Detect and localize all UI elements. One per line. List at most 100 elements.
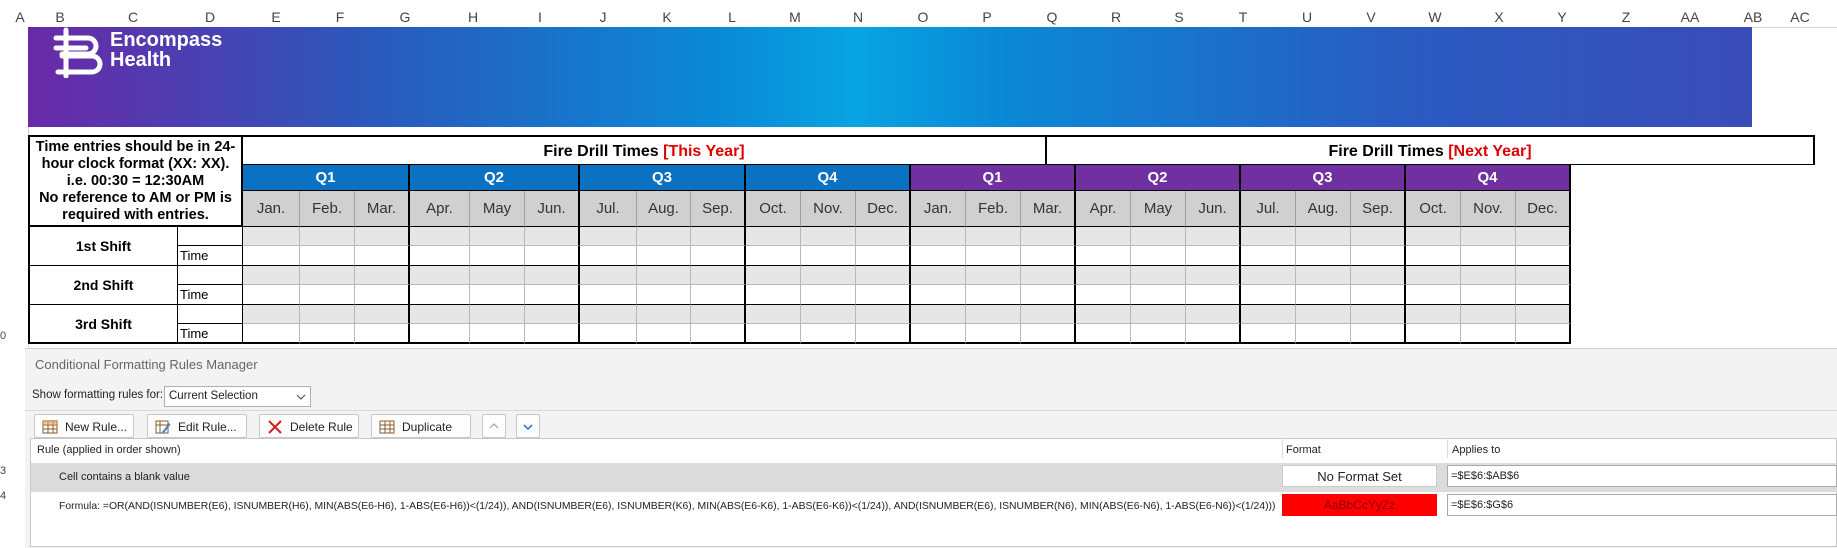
drill-time-cell[interactable]	[966, 285, 1021, 305]
drill-time-cell[interactable]	[1461, 246, 1516, 266]
drill-date-cell[interactable]	[1461, 305, 1516, 324]
column-header[interactable]: K	[637, 0, 697, 27]
this-year-title[interactable]: Fire Drill Times [This Year]	[243, 135, 1047, 165]
column-header[interactable]: V	[1341, 0, 1401, 27]
move-down-button[interactable]	[516, 414, 540, 438]
drill-date-cell[interactable]	[355, 227, 410, 246]
column-header[interactable]: U	[1277, 0, 1337, 27]
drill-date-cell[interactable]	[580, 227, 637, 246]
drill-time-cell[interactable]	[1351, 324, 1406, 344]
drill-date-cell[interactable]	[1186, 266, 1241, 285]
quarter-header[interactable]: Q2	[1076, 165, 1241, 191]
row-number[interactable]: 3	[0, 465, 6, 477]
drill-date-cell[interactable]	[1351, 305, 1406, 324]
drill-date-cell[interactable]	[1021, 305, 1076, 324]
drill-time-cell[interactable]	[911, 285, 966, 305]
drill-date-cell[interactable]	[1241, 305, 1296, 324]
drill-time-cell[interactable]	[1186, 324, 1241, 344]
drill-time-cell[interactable]	[243, 246, 300, 266]
drill-time-cell[interactable]	[580, 324, 637, 344]
drill-time-cell[interactable]	[1186, 246, 1241, 266]
month-header[interactable]: May	[1131, 191, 1186, 227]
drill-time-cell[interactable]	[410, 285, 470, 305]
drill-date-cell[interactable]	[243, 305, 300, 324]
month-header[interactable]: Mar.	[355, 191, 410, 227]
drill-time-cell[interactable]	[966, 246, 1021, 266]
drill-time-cell[interactable]	[1186, 285, 1241, 305]
month-header[interactable]: Sep.	[691, 191, 746, 227]
drill-time-cell[interactable]	[1296, 285, 1351, 305]
drill-time-cell[interactable]	[1076, 246, 1131, 266]
drill-time-cell[interactable]	[637, 246, 691, 266]
applies-to-field[interactable]: =$E$6:$AB$6	[1447, 465, 1837, 487]
next-year-title[interactable]: Fire Drill Times [Next Year]	[1047, 135, 1815, 165]
drill-time-cell[interactable]	[746, 246, 801, 266]
drill-date-cell[interactable]	[1516, 266, 1571, 285]
month-header[interactable]: Dec.	[856, 191, 911, 227]
drill-time-cell[interactable]	[1021, 324, 1076, 344]
drill-time-cell[interactable]	[1131, 324, 1186, 344]
column-header[interactable]: D	[180, 0, 240, 27]
drill-time-cell[interactable]	[355, 285, 410, 305]
shift-label[interactable]: 1st Shift	[28, 227, 178, 266]
drill-date-cell[interactable]	[691, 227, 746, 246]
drill-time-cell[interactable]	[1241, 246, 1296, 266]
drill-time-cell[interactable]	[1516, 246, 1571, 266]
drill-time-cell[interactable]	[1461, 324, 1516, 344]
drill-date-cell[interactable]	[856, 227, 911, 246]
drill-time-cell[interactable]	[410, 246, 470, 266]
drill-date-cell[interactable]	[637, 305, 691, 324]
drill-time-cell[interactable]	[1516, 285, 1571, 305]
column-divider[interactable]	[1447, 438, 1448, 458]
drill-date-cell[interactable]	[300, 305, 355, 324]
quarter-header[interactable]: Q4	[1406, 165, 1571, 191]
shift-blank-cell[interactable]	[178, 305, 243, 324]
quarter-header[interactable]: Q2	[410, 165, 580, 191]
shift-time-label[interactable]: Time	[178, 324, 243, 344]
drill-time-cell[interactable]	[525, 324, 580, 344]
drill-date-cell[interactable]	[746, 266, 801, 285]
drill-date-cell[interactable]	[691, 266, 746, 285]
drill-date-cell[interactable]	[1186, 305, 1241, 324]
quarter-header[interactable]: Q1	[243, 165, 410, 191]
quarter-header[interactable]: Q3	[580, 165, 746, 191]
column-header[interactable]: T	[1213, 0, 1273, 27]
drill-date-cell[interactable]	[1406, 305, 1461, 324]
delete-rule-button[interactable]: Delete Rule	[259, 414, 359, 438]
drill-date-cell[interactable]	[1241, 227, 1296, 246]
drill-date-cell[interactable]	[410, 305, 470, 324]
drill-date-cell[interactable]	[470, 305, 525, 324]
applies-to-column-header[interactable]: Applies to	[1452, 444, 1500, 456]
show-rules-select[interactable]: Current Selection	[164, 386, 311, 407]
drill-time-cell[interactable]	[355, 324, 410, 344]
drill-time-cell[interactable]	[243, 324, 300, 344]
shift-label[interactable]: 3rd Shift	[28, 305, 178, 344]
rule-column-header[interactable]: Rule (applied in order shown)	[37, 444, 181, 456]
drill-date-cell[interactable]	[966, 227, 1021, 246]
drill-time-cell[interactable]	[1351, 285, 1406, 305]
column-header[interactable]: W	[1405, 0, 1465, 27]
drill-time-cell[interactable]	[1516, 324, 1571, 344]
quarter-header[interactable]: Q3	[1241, 165, 1406, 191]
month-header[interactable]: Jul.	[580, 191, 637, 227]
column-header[interactable]: S	[1149, 0, 1209, 27]
column-header[interactable]: G	[375, 0, 435, 27]
drill-date-cell[interactable]	[410, 266, 470, 285]
drill-date-cell[interactable]	[1076, 227, 1131, 246]
drill-time-cell[interactable]	[525, 246, 580, 266]
drill-date-cell[interactable]	[911, 305, 966, 324]
drill-time-cell[interactable]	[691, 246, 746, 266]
drill-time-cell[interactable]	[856, 246, 911, 266]
drill-date-cell[interactable]	[746, 227, 801, 246]
column-header[interactable]: R	[1086, 0, 1146, 27]
drill-time-cell[interactable]	[410, 324, 470, 344]
month-header[interactable]: Feb.	[966, 191, 1021, 227]
drill-date-cell[interactable]	[470, 227, 525, 246]
drill-date-cell[interactable]	[1516, 305, 1571, 324]
drill-time-cell[interactable]	[856, 324, 911, 344]
drill-date-cell[interactable]	[691, 305, 746, 324]
quarter-header[interactable]: Q1	[911, 165, 1076, 191]
column-divider[interactable]	[1282, 438, 1283, 458]
drill-date-cell[interactable]	[1296, 266, 1351, 285]
drill-date-cell[interactable]	[580, 305, 637, 324]
